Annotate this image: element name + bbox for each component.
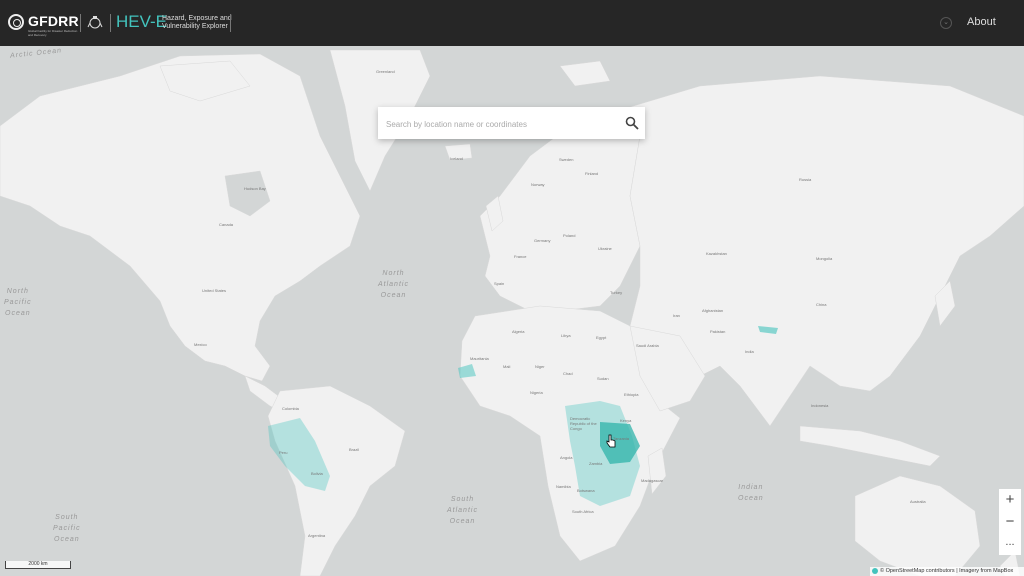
place-label: Mexico xyxy=(194,342,207,347)
place-label: Indonesia xyxy=(811,403,829,408)
place-label: Ukraine xyxy=(598,246,612,251)
place-label: Colombia xyxy=(282,406,299,411)
header-divider xyxy=(230,14,231,32)
app-subtitle-line2: Vulnerability Explorer xyxy=(162,23,228,30)
search-input[interactable] xyxy=(384,107,618,141)
place-label: Egypt xyxy=(596,335,607,340)
place-label: South Africa xyxy=(572,509,594,514)
zoom-in-button[interactable]: + xyxy=(999,489,1021,511)
app-subtitle: Hazard, Exposure and Vulnerability Explo… xyxy=(162,15,232,31)
place-label: Finland xyxy=(585,171,599,176)
place-label: Russia xyxy=(799,177,812,182)
place-label: Peru xyxy=(279,450,288,455)
place-label: Chad xyxy=(563,371,573,376)
place-label: Pakistan xyxy=(710,329,726,334)
place-label: Nigeria xyxy=(530,390,543,395)
header-divider xyxy=(110,14,111,32)
ocean-label-south-pacific: South Pacific Ocean xyxy=(53,514,81,543)
gfdrr-logo-text[interactable]: GFDRR xyxy=(28,13,79,29)
place-label: Libya xyxy=(561,333,571,338)
place-label: Iceland xyxy=(450,156,463,161)
place-label: Mongolia xyxy=(816,256,833,261)
place-label: Australia xyxy=(910,499,926,504)
place-label: India xyxy=(745,349,754,354)
place-label: Brazil xyxy=(349,447,360,452)
place-label: Afghanistan xyxy=(702,308,724,313)
place-label: Spain xyxy=(494,281,505,286)
gfdrr-tagline: Global Facility for Disaster Reduction a… xyxy=(28,29,78,37)
scale-bar: 2000 km xyxy=(5,561,71,569)
place-label: Mauritania xyxy=(470,356,489,361)
place-label: France xyxy=(514,254,527,259)
top-bar: GFDRR Global Facility for Disaster Reduc… xyxy=(0,0,1024,46)
search-box xyxy=(378,107,645,141)
place-label: Saudi Arabia xyxy=(636,343,659,348)
attribution-text[interactable]: © OpenStreetMap contributors | Imagery f… xyxy=(880,568,1013,574)
header-divider xyxy=(80,14,81,32)
ocean-label-south-atlantic: South Atlantic Ocean xyxy=(447,496,478,525)
about-link[interactable]: About xyxy=(967,16,996,28)
place-label: Poland xyxy=(563,233,576,238)
place-label: Sudan xyxy=(597,376,609,381)
place-label: Mali xyxy=(503,364,511,369)
place-label: Turkey xyxy=(610,290,623,295)
place-label: Madagascar xyxy=(641,478,664,483)
app-name[interactable]: HEV-E xyxy=(116,12,167,32)
search-icon[interactable] xyxy=(625,116,639,130)
ocean-label-indian: Indian Ocean xyxy=(738,484,764,502)
place-label: Kenya xyxy=(620,418,632,423)
place-label: Bolivia xyxy=(311,471,323,476)
ocean-label-north-atlantic: North Atlantic Ocean xyxy=(378,270,409,299)
place-label: Sweden xyxy=(559,157,574,162)
more-options-button[interactable]: ... xyxy=(999,533,1021,555)
zoom-out-button[interactable]: − xyxy=(999,511,1021,533)
place-label: Germany xyxy=(534,238,551,243)
place-label: Hudson Bay xyxy=(244,186,266,191)
map-attribution: © OpenStreetMap contributors | Imagery f… xyxy=(870,567,1024,576)
place-label: Norway xyxy=(531,182,545,187)
place-label: Ethiopia xyxy=(624,392,639,397)
gfdrr-logo-icon[interactable] xyxy=(8,14,24,30)
place-label: Democratic Republic of the Congo xyxy=(570,416,597,431)
place-label: Canada xyxy=(219,222,234,227)
uk-crest-icon xyxy=(87,16,103,29)
info-icon[interactable] xyxy=(872,567,878,574)
place-label: Greenland xyxy=(376,69,395,74)
place-label: Botswana xyxy=(577,488,595,493)
chevron-down-icon[interactable]: ⌄ xyxy=(940,17,952,29)
place-label: Angola xyxy=(560,455,573,460)
place-label: Argentina xyxy=(308,533,326,538)
place-label: China xyxy=(816,302,827,307)
ocean-label-north-pacific: North Pacific Ocean xyxy=(4,288,32,317)
place-label: Iran xyxy=(673,313,680,318)
place-label: United States xyxy=(202,288,227,293)
place-label: Niger xyxy=(535,364,545,369)
place-label: Kazakhstan xyxy=(706,251,727,256)
app-subtitle-line1: Hazard, Exposure and xyxy=(162,15,232,22)
hand-pointer-icon xyxy=(606,434,616,448)
place-label: Zambia xyxy=(589,461,603,466)
place-label: Algeria xyxy=(512,329,525,334)
place-label: Namibia xyxy=(556,484,571,489)
